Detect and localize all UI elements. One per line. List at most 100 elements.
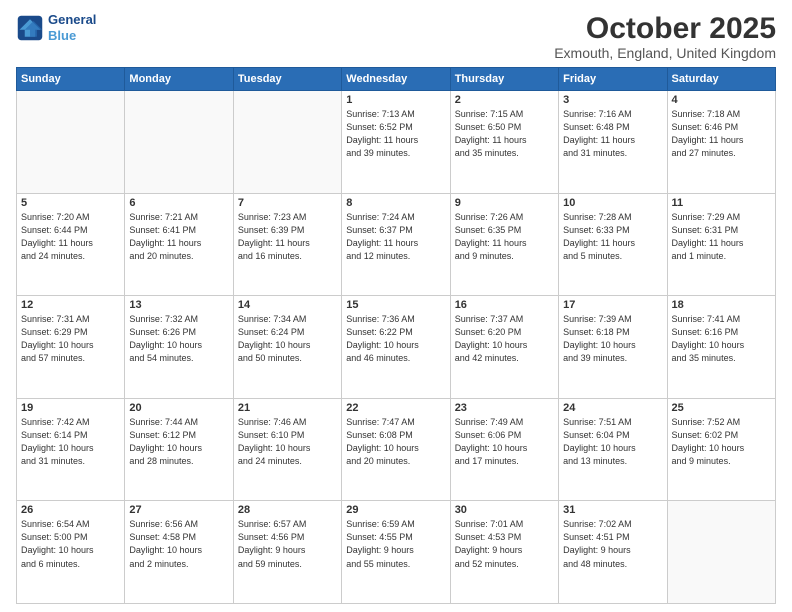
day-number: 28: [238, 504, 337, 516]
day-info: Sunrise: 7:13 AM Sunset: 6:52 PM Dayligh…: [346, 108, 445, 160]
day-info: Sunrise: 6:54 AM Sunset: 5:00 PM Dayligh…: [21, 518, 120, 570]
weekday-header-wednesday: Wednesday: [342, 68, 450, 91]
calendar-cell: 25 Sunrise: 7:52 AM Sunset: 6:02 PM Dayli…: [667, 398, 775, 501]
day-info: Sunrise: 7:42 AM Sunset: 6:14 PM Dayligh…: [21, 416, 120, 468]
week-row-4: 19 Sunrise: 7:42 AM Sunset: 6:14 PM Dayli…: [17, 398, 776, 501]
calendar-cell: 9 Sunrise: 7:26 AM Sunset: 6:35 PM Daylig…: [450, 193, 558, 296]
day-number: 24: [563, 402, 662, 414]
logo: General Blue: [16, 12, 96, 43]
day-number: 13: [129, 299, 228, 311]
day-info: Sunrise: 7:44 AM Sunset: 6:12 PM Dayligh…: [129, 416, 228, 468]
calendar-cell: 17 Sunrise: 7:39 AM Sunset: 6:18 PM Dayli…: [559, 296, 667, 399]
calendar-cell: 20 Sunrise: 7:44 AM Sunset: 6:12 PM Dayli…: [125, 398, 233, 501]
day-info: Sunrise: 7:41 AM Sunset: 6:16 PM Dayligh…: [672, 313, 771, 365]
day-info: Sunrise: 7:49 AM Sunset: 6:06 PM Dayligh…: [455, 416, 554, 468]
day-info: Sunrise: 7:36 AM Sunset: 6:22 PM Dayligh…: [346, 313, 445, 365]
day-number: 27: [129, 504, 228, 516]
day-info: Sunrise: 7:34 AM Sunset: 6:24 PM Dayligh…: [238, 313, 337, 365]
day-info: Sunrise: 7:32 AM Sunset: 6:26 PM Dayligh…: [129, 313, 228, 365]
calendar-cell: 19 Sunrise: 7:42 AM Sunset: 6:14 PM Dayli…: [17, 398, 125, 501]
calendar-cell: 24 Sunrise: 7:51 AM Sunset: 6:04 PM Dayli…: [559, 398, 667, 501]
day-number: 23: [455, 402, 554, 414]
weekday-header-tuesday: Tuesday: [233, 68, 341, 91]
calendar-cell: 28 Sunrise: 6:57 AM Sunset: 4:56 PM Dayli…: [233, 501, 341, 604]
day-number: 5: [21, 197, 120, 209]
day-number: 14: [238, 299, 337, 311]
week-row-3: 12Sunrise: 7:31 AM Sunset: 6:29 PM Dayli…: [17, 296, 776, 399]
day-number: 12: [21, 299, 120, 311]
month-title: October 2025: [554, 12, 776, 45]
day-info: Sunrise: 7:18 AM Sunset: 6:46 PM Dayligh…: [672, 108, 771, 160]
calendar-cell: 23 Sunrise: 7:49 AM Sunset: 6:06 PM Dayli…: [450, 398, 558, 501]
day-number: 2: [455, 94, 554, 106]
day-number: 18: [672, 299, 771, 311]
week-row-1: 1 Sunrise: 7:13 AM Sunset: 6:52 PM Daylig…: [17, 91, 776, 194]
calendar-cell: [125, 91, 233, 194]
page: General Blue October 2025 Exmouth, Engla…: [0, 0, 792, 612]
calendar-cell: 22Sunrise: 7:47 AM Sunset: 6:08 PM Dayli…: [342, 398, 450, 501]
weekday-header-saturday: Saturday: [667, 68, 775, 91]
day-number: 20: [129, 402, 228, 414]
day-info: Sunrise: 7:52 AM Sunset: 6:02 PM Dayligh…: [672, 416, 771, 468]
day-info: Sunrise: 7:23 AM Sunset: 6:39 PM Dayligh…: [238, 211, 337, 263]
calendar-cell: 8 Sunrise: 7:24 AM Sunset: 6:37 PM Daylig…: [342, 193, 450, 296]
day-info: Sunrise: 7:46 AM Sunset: 6:10 PM Dayligh…: [238, 416, 337, 468]
day-info: Sunrise: 7:47 AM Sunset: 6:08 PM Dayligh…: [346, 416, 445, 468]
day-info: Sunrise: 7:26 AM Sunset: 6:35 PM Dayligh…: [455, 211, 554, 263]
calendar-cell: 13 Sunrise: 7:32 AM Sunset: 6:26 PM Dayli…: [125, 296, 233, 399]
day-number: 19: [21, 402, 120, 414]
day-number: 25: [672, 402, 771, 414]
day-info: Sunrise: 6:56 AM Sunset: 4:58 PM Dayligh…: [129, 518, 228, 570]
day-number: 26: [21, 504, 120, 516]
day-info: Sunrise: 7:21 AM Sunset: 6:41 PM Dayligh…: [129, 211, 228, 263]
day-number: 10: [563, 197, 662, 209]
calendar-cell: 4 Sunrise: 7:18 AM Sunset: 6:46 PM Daylig…: [667, 91, 775, 194]
calendar-table: SundayMondayTuesdayWednesdayThursdayFrid…: [16, 67, 776, 604]
day-info: Sunrise: 7:16 AM Sunset: 6:48 PM Dayligh…: [563, 108, 662, 160]
day-number: 1: [346, 94, 445, 106]
day-number: 9: [455, 197, 554, 209]
weekday-header-thursday: Thursday: [450, 68, 558, 91]
calendar-cell: [667, 501, 775, 604]
day-number: 15: [346, 299, 445, 311]
day-number: 17: [563, 299, 662, 311]
day-number: 11: [672, 197, 771, 209]
calendar-cell: 1 Sunrise: 7:13 AM Sunset: 6:52 PM Daylig…: [342, 91, 450, 194]
day-info: Sunrise: 7:28 AM Sunset: 6:33 PM Dayligh…: [563, 211, 662, 263]
weekday-header-monday: Monday: [125, 68, 233, 91]
day-number: 21: [238, 402, 337, 414]
day-number: 16: [455, 299, 554, 311]
day-number: 30: [455, 504, 554, 516]
weekday-header-friday: Friday: [559, 68, 667, 91]
day-number: 4: [672, 94, 771, 106]
calendar-cell: 21 Sunrise: 7:46 AM Sunset: 6:10 PM Dayli…: [233, 398, 341, 501]
location-title: Exmouth, England, United Kingdom: [554, 45, 776, 61]
calendar-cell: 26 Sunrise: 6:54 AM Sunset: 5:00 PM Dayli…: [17, 501, 125, 604]
day-info: Sunrise: 7:15 AM Sunset: 6:50 PM Dayligh…: [455, 108, 554, 160]
calendar-cell: [17, 91, 125, 194]
day-number: 8: [346, 197, 445, 209]
calendar-cell: 18 Sunrise: 7:41 AM Sunset: 6:16 PM Dayli…: [667, 296, 775, 399]
calendar-cell: [233, 91, 341, 194]
calendar-cell: 15 Sunrise: 7:36 AM Sunset: 6:22 PM Dayli…: [342, 296, 450, 399]
header: General Blue October 2025 Exmouth, Engla…: [16, 12, 776, 61]
day-info: Sunrise: 6:57 AM Sunset: 4:56 PM Dayligh…: [238, 518, 337, 570]
title-block: October 2025 Exmouth, England, United Ki…: [554, 12, 776, 61]
day-number: 29: [346, 504, 445, 516]
day-number: 7: [238, 197, 337, 209]
day-info: Sunrise: 7:24 AM Sunset: 6:37 PM Dayligh…: [346, 211, 445, 263]
logo-icon: [16, 14, 44, 42]
week-row-2: 5Sunrise: 7:20 AM Sunset: 6:44 PM Daylig…: [17, 193, 776, 296]
day-number: 31: [563, 504, 662, 516]
calendar-cell: 3Sunrise: 7:16 AM Sunset: 6:48 PM Daylig…: [559, 91, 667, 194]
day-info: Sunrise: 7:39 AM Sunset: 6:18 PM Dayligh…: [563, 313, 662, 365]
calendar-cell: 2 Sunrise: 7:15 AM Sunset: 6:50 PM Daylig…: [450, 91, 558, 194]
day-info: Sunrise: 7:51 AM Sunset: 6:04 PM Dayligh…: [563, 416, 662, 468]
calendar-cell: 11Sunrise: 7:29 AM Sunset: 6:31 PM Dayli…: [667, 193, 775, 296]
calendar-cell: 16Sunrise: 7:37 AM Sunset: 6:20 PM Dayli…: [450, 296, 558, 399]
day-info: Sunrise: 7:02 AM Sunset: 4:51 PM Dayligh…: [563, 518, 662, 570]
weekday-header-row: SundayMondayTuesdayWednesdayThursdayFrid…: [17, 68, 776, 91]
calendar-cell: 14 Sunrise: 7:34 AM Sunset: 6:24 PM Dayli…: [233, 296, 341, 399]
calendar-cell: 12Sunrise: 7:31 AM Sunset: 6:29 PM Dayli…: [17, 296, 125, 399]
calendar-cell: 30Sunrise: 7:01 AM Sunset: 4:53 PM Dayli…: [450, 501, 558, 604]
